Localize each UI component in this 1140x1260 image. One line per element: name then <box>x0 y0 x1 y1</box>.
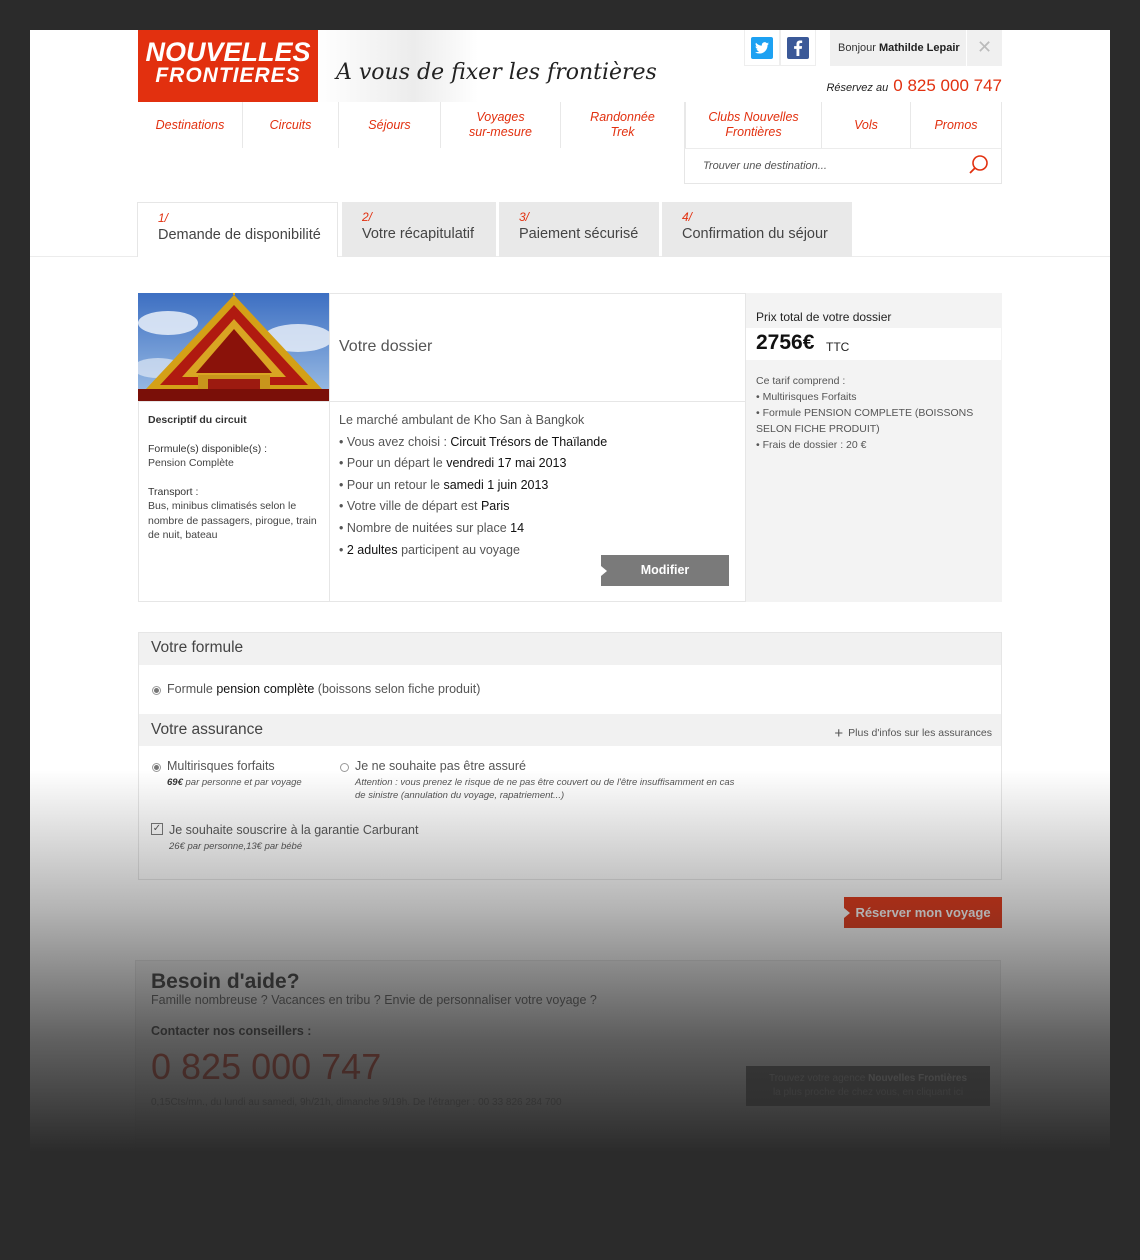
nav-voyages-sur-mesure[interactable]: Voyages sur-mesure <box>441 102 561 148</box>
step-label: Confirmation du séjour <box>682 226 828 242</box>
logo-line1: NOUVELLES <box>145 37 311 67</box>
formule-option[interactable]: Formule pension complète (boissons selon… <box>167 682 480 696</box>
help-phone[interactable]: 0 825 000 747 <box>151 1046 381 1088</box>
twitter-icon <box>751 36 773 59</box>
price-heading: Prix total de votre dossier <box>756 310 892 324</box>
formule-label: Formule(s) disponible(s) : <box>148 442 268 455</box>
circuit-description: Descriptif du circuit Formule(s) disponi… <box>148 413 318 543</box>
price-total: 2756€ <box>756 331 815 354</box>
reserve-phone-line: Réservez au 0 825 000 747 <box>826 76 1002 96</box>
facebook-button[interactable] <box>780 30 816 66</box>
no-insurance-radio[interactable] <box>340 763 349 772</box>
price-ttc: TTC <box>826 340 850 354</box>
detail-line: • Pour un retour le samedi 1 juin 2013 <box>339 477 549 492</box>
detail-line: • Vous avez choisi : Circuit Trésors de … <box>339 434 608 449</box>
nav-circuits[interactable]: Circuits <box>243 102 339 148</box>
close-button[interactable]: ✕ <box>966 30 1002 66</box>
includes-item: • Formule PENSION COMPLETE (BOISSONS SEL… <box>756 407 974 435</box>
step-1-tab[interactable]: 1/ Demande de disponibilité <box>137 202 338 257</box>
nav-clubs[interactable]: Clubs Nouvelles Frontières <box>685 102 822 148</box>
modify-button[interactable]: Modifier <box>601 555 729 586</box>
book-button[interactable]: Réserver mon voyage <box>844 897 1002 928</box>
user-name: Mathilde Lepair <box>878 42 960 54</box>
step-number: 3/ <box>519 210 530 224</box>
main-nav: Destinations Circuits Séjours Voyages sur… <box>138 102 1002 148</box>
step-label: Votre récapitulatif <box>362 226 475 242</box>
transport-label: Transport : <box>148 485 199 498</box>
circuit-heading: Descriptif du circuit <box>148 414 247 426</box>
formule-radio[interactable] <box>152 686 161 695</box>
no-insurance-label[interactable]: Je ne souhaite pas être assuré <box>355 759 526 773</box>
help-hours: 0,15Cts/mn., du lundi au samedi, 9h/21h,… <box>151 1097 562 1108</box>
logo-line2: FRONTIERES <box>155 64 301 87</box>
checkmark-icon: ✓ <box>152 823 162 834</box>
step-number: 1/ <box>158 211 169 225</box>
dossier-details: Le marché ambulant de Kho San à Bangkok … <box>339 410 739 561</box>
temple-photo <box>138 293 329 401</box>
dossier-title: Votre dossier <box>339 338 433 355</box>
transport-value: Bus, minibus climatisés selon le nombre … <box>148 500 317 541</box>
step-label: Demande de disponibilité <box>158 227 321 243</box>
help-subtitle: Famille nombreuse ? Vacances en tribu ? … <box>151 993 597 1007</box>
fuel-checkbox[interactable]: ✓ <box>151 823 163 835</box>
button-notch <box>601 566 607 576</box>
multirisk-label[interactable]: Multirisques forfaits <box>167 759 275 773</box>
step-number: 2/ <box>362 210 373 224</box>
fuel-note: 26€ par personne,13€ par bébé <box>169 841 303 852</box>
reserve-phone[interactable]: 0 825 000 747 <box>893 76 1002 95</box>
nav-destinations[interactable]: Destinations <box>138 102 243 148</box>
formule-title: Votre formule <box>151 639 244 656</box>
multirisk-radio[interactable] <box>152 763 161 772</box>
search-icon[interactable] <box>968 154 990 176</box>
slogan: A vous de fixer les frontières <box>336 60 657 85</box>
nav-promos[interactable]: Promos <box>911 102 1002 148</box>
step-label: Paiement sécurisé <box>519 226 639 242</box>
card-divider <box>329 293 330 602</box>
dossier-intro: Le marché ambulant de Kho San à Bangkok <box>339 413 585 427</box>
assurance-title: Votre assurance <box>151 721 264 738</box>
nav-vols[interactable]: Vols <box>822 102 911 148</box>
card-divider <box>329 401 745 402</box>
greeting-prefix: Bonjour <box>838 42 876 54</box>
plus-icon: + <box>834 725 844 742</box>
card-divider <box>138 401 329 402</box>
reserve-label: Réservez au <box>826 82 889 94</box>
multirisk-price: 69€ par personne et par voyage <box>167 777 302 788</box>
help-title: Besoin d'aide? <box>151 970 300 993</box>
page: NOUVELLES FRONTIERES A vous de fixer les… <box>30 30 1110 1260</box>
brand-logo[interactable]: NOUVELLES FRONTIERES <box>138 30 318 102</box>
detail-line: • Nombre de nuitées sur place 14 <box>339 520 525 535</box>
button-notch <box>844 908 850 918</box>
more-insurance-info-link[interactable]: + Plus d'infos sur les assurances <box>834 725 992 742</box>
search-input[interactable]: Trouver une destination... <box>684 148 1002 184</box>
includes-label: Ce tarif comprend : <box>756 375 846 387</box>
price-includes: Ce tarif comprend : • Multirisques Forfa… <box>756 373 996 453</box>
step-2-tab[interactable]: 2/ Votre récapitulatif <box>342 202 496 257</box>
formule-band <box>139 633 1001 665</box>
no-insurance-warning: Attention : vous prenez le risque de ne … <box>355 777 735 801</box>
close-icon: ✕ <box>976 37 993 57</box>
step-4-tab[interactable]: 4/ Confirmation du séjour <box>662 202 852 257</box>
facebook-icon <box>787 36 809 59</box>
includes-item: • Multirisques Forfaits <box>756 391 857 403</box>
detail-line: • Votre ville de départ est Paris <box>339 499 510 514</box>
find-agency-button[interactable]: Trouvez votre agence Nouvelles Frontière… <box>746 1066 990 1106</box>
fuel-label[interactable]: Je souhaite souscrire à la garantie Carb… <box>169 823 418 837</box>
user-greeting[interactable]: Bonjour Mathilde Lepair <box>830 30 966 66</box>
twitter-button[interactable] <box>744 30 780 66</box>
formule-value: Pension Complète <box>148 457 234 469</box>
nav-sejours[interactable]: Séjours <box>339 102 441 148</box>
includes-item: • Frais de dossier : 20 € <box>756 439 867 451</box>
help-contact-label: Contacter nos conseillers : <box>151 1024 312 1038</box>
step-3-tab[interactable]: 3/ Paiement sécurisé <box>499 202 659 257</box>
nav-randonnee-trek[interactable]: Randonnée Trek <box>561 102 685 148</box>
detail-line: • Pour un départ le vendredi 17 mai 2013 <box>339 456 567 471</box>
step-number: 4/ <box>682 210 693 224</box>
